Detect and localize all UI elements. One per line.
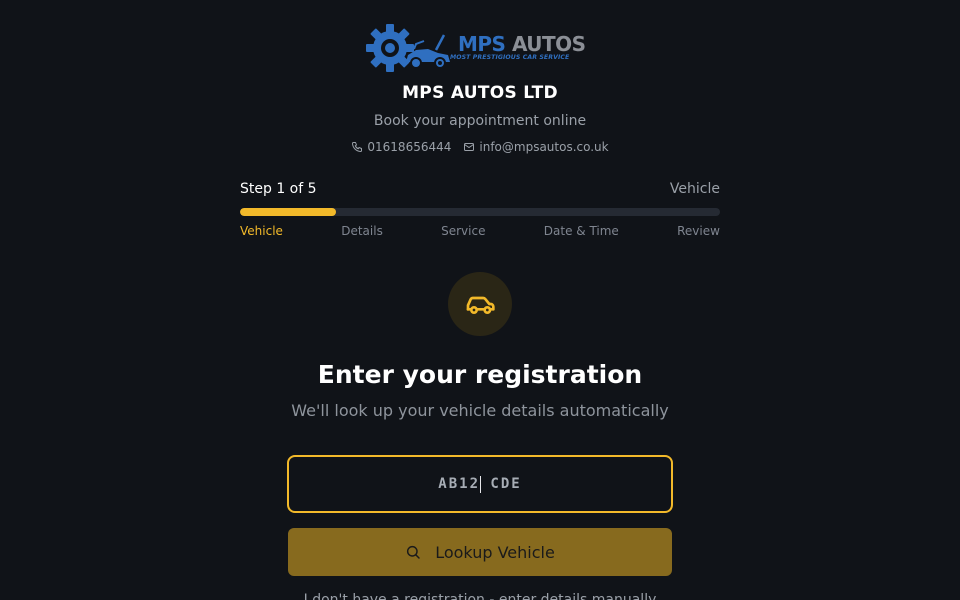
mail-icon bbox=[464, 143, 475, 151]
step-label-review: Review bbox=[677, 224, 720, 238]
contact-info: 01618656444 info@mpsautos.co.uk bbox=[0, 140, 960, 154]
logo-brand-primary: MPS bbox=[458, 32, 506, 56]
manual-entry-link[interactable]: I don't have a registration - enter deta… bbox=[0, 592, 960, 600]
logo-tagline: MOST PRESTIGIOUS CAR SERVICE bbox=[450, 54, 570, 61]
step-label-date-time: Date & Time bbox=[543, 224, 619, 238]
progress-bar-fill bbox=[240, 208, 336, 216]
phone-contact[interactable]: 01618656444 bbox=[351, 140, 451, 154]
company-logo: MPS AUTOS MOST PRESTIGIOUS CAR SERVICE bbox=[366, 22, 596, 74]
progress-bar bbox=[240, 208, 720, 216]
email-contact[interactable]: info@mpsautos.co.uk bbox=[463, 140, 609, 154]
phone-number: 01618656444 bbox=[367, 140, 452, 154]
phone-icon bbox=[352, 142, 363, 152]
page-title: Enter your registration bbox=[317, 360, 643, 389]
step-header: Step 1 of 5 Vehicle bbox=[240, 181, 720, 197]
gear-car-logo-icon bbox=[366, 24, 450, 72]
email-address: info@mpsautos.co.uk bbox=[479, 140, 609, 154]
search-icon bbox=[407, 545, 420, 559]
step-labels: Vehicle Details Service Date & Time Revi… bbox=[240, 224, 720, 238]
logo-brand-secondary: AUTOS bbox=[511, 32, 586, 56]
step-label-details: Details bbox=[341, 224, 383, 238]
page-subtitle: We'll look up your vehicle details autom… bbox=[291, 401, 669, 420]
logo-wordmark: MPS AUTOS bbox=[458, 32, 586, 56]
booking-tagline: Book your appointment online bbox=[373, 113, 587, 129]
booking-page: MPS AUTOS MOST PRESTIGIOUS CAR SERVICE M… bbox=[0, 0, 960, 600]
car-icon bbox=[466, 296, 495, 314]
text-caret bbox=[480, 476, 481, 493]
step-label-vehicle: Vehicle bbox=[240, 224, 283, 238]
lookup-vehicle-button[interactable]: Lookup Vehicle bbox=[288, 528, 672, 576]
car-icon-badge bbox=[448, 272, 512, 336]
step-label-service: Service bbox=[441, 224, 486, 238]
lookup-vehicle-label: Lookup Vehicle bbox=[435, 542, 555, 562]
current-step-name: Vehicle bbox=[669, 181, 720, 197]
company-name: MPS AUTOS LTD bbox=[402, 83, 558, 103]
step-counter: Step 1 of 5 bbox=[240, 181, 317, 197]
